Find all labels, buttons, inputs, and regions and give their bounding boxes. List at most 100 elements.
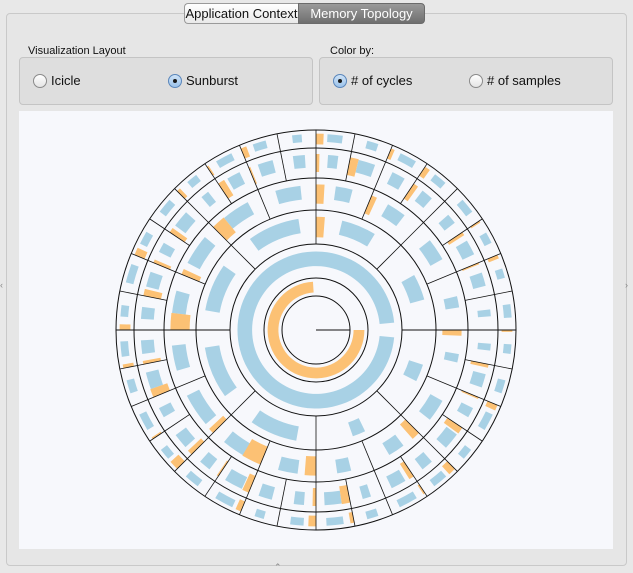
samples-arc [401, 275, 425, 304]
bottom-resize-icon[interactable]: ⌃ [274, 562, 282, 573]
cycles-arc [304, 456, 316, 476]
samples-arc [386, 469, 406, 489]
samples-arc [175, 427, 196, 448]
radio-sunburst-icon[interactable] [168, 73, 182, 88]
segment-divider [373, 161, 387, 190]
radio-samples[interactable]: # of samples [469, 73, 561, 88]
samples-arc [477, 342, 491, 351]
cycles-arc [316, 154, 320, 173]
samples-arc [494, 378, 506, 394]
samples-arc [335, 457, 352, 474]
samples-arc [293, 491, 305, 505]
samples-arc [204, 345, 237, 397]
samples-arc [225, 468, 248, 489]
cycles-arc [442, 330, 462, 336]
samples-arc [386, 172, 405, 190]
radio-icicle-label: Icicle [51, 73, 81, 88]
samples-arc [290, 516, 304, 526]
sunburst-canvas[interactable] [19, 111, 613, 549]
cycles-arc [470, 360, 489, 368]
segment-divider [119, 290, 138, 295]
segment-divider [149, 430, 165, 442]
samples-arc [175, 212, 196, 234]
segment-divider [280, 479, 287, 509]
cycles-arc [170, 312, 191, 330]
samples-arc [455, 240, 475, 260]
samples-arc [502, 343, 512, 354]
samples-arc [186, 389, 217, 425]
radio-icicle-icon[interactable] [33, 73, 47, 88]
samples-arc [327, 134, 343, 144]
samples-arc [158, 402, 176, 418]
segment-divider [494, 290, 513, 295]
cycles-arc [461, 262, 480, 271]
samples-arc [172, 290, 190, 315]
radio-cycles-label: # of cycles [351, 73, 413, 88]
segment-divider [230, 244, 256, 270]
samples-arc [419, 240, 443, 266]
samples-arc [187, 174, 201, 189]
segment-divider [373, 470, 387, 499]
radio-samples-label: # of samples [487, 73, 561, 88]
samples-arc [237, 251, 395, 409]
segment-divider [245, 161, 259, 190]
cycles-arc [399, 419, 419, 439]
segment-divider [456, 387, 485, 401]
radio-icicle[interactable]: Icicle [33, 73, 81, 88]
cycles-arc [216, 460, 229, 477]
samples-arc [414, 190, 432, 209]
samples-arc [120, 305, 130, 318]
samples-arc [479, 232, 492, 247]
segment-divider [175, 375, 206, 389]
samples-arc [338, 220, 375, 247]
samples-arc [382, 434, 404, 456]
radio-sunburst[interactable]: Sunburst [168, 73, 238, 88]
samples-arc [292, 154, 306, 169]
segment-divider [230, 390, 256, 416]
samples-arc [359, 484, 372, 500]
tab-memory-topology[interactable]: Memory Topology [298, 3, 425, 24]
samples-arc [414, 451, 432, 470]
segment-divider [276, 133, 281, 152]
samples-arc [275, 185, 302, 205]
cycles-arc [441, 461, 455, 475]
samples-arc [171, 344, 191, 371]
sunburst-chart[interactable] [19, 111, 613, 549]
radio-cycles[interactable]: # of cycles [333, 73, 412, 88]
segment-divider [280, 151, 287, 181]
samples-arc [201, 191, 217, 207]
tab-application-context[interactable]: Application Context [184, 3, 298, 24]
segment-divider [204, 163, 216, 179]
cycles-arc [316, 184, 325, 204]
samples-arc [355, 159, 376, 177]
cycles-arc [206, 165, 215, 176]
samples-arc [348, 418, 366, 437]
samples-arc [469, 272, 486, 289]
radio-cycles-icon[interactable] [333, 73, 347, 88]
samples-arc [403, 360, 424, 382]
samples-arc [160, 445, 175, 459]
samples-arc [327, 155, 339, 169]
samples-arc [323, 490, 342, 506]
cycles-arc [316, 133, 324, 145]
segment-divider [465, 294, 495, 301]
segment-divider [467, 430, 483, 442]
cycles-arc [119, 324, 131, 330]
cycles-arc [312, 487, 316, 506]
samples-arc [419, 394, 443, 420]
segment-divider [351, 133, 356, 152]
samples-arc [251, 410, 299, 441]
samples-arc [252, 140, 268, 152]
radio-samples-icon[interactable] [469, 73, 483, 88]
radio-sunburst-label: Sunburst [186, 73, 239, 88]
segment-divider [467, 218, 483, 230]
segment-divider [204, 481, 216, 497]
samples-arc [381, 204, 405, 227]
samples-arc [430, 174, 446, 189]
samples-arc [227, 172, 246, 190]
left-resize-icon[interactable]: ‹ [0, 280, 3, 290]
segment-divider [416, 481, 428, 497]
right-resize-icon[interactable]: › [625, 280, 628, 290]
segment-divider [423, 201, 445, 223]
cycles-arc [417, 484, 426, 495]
